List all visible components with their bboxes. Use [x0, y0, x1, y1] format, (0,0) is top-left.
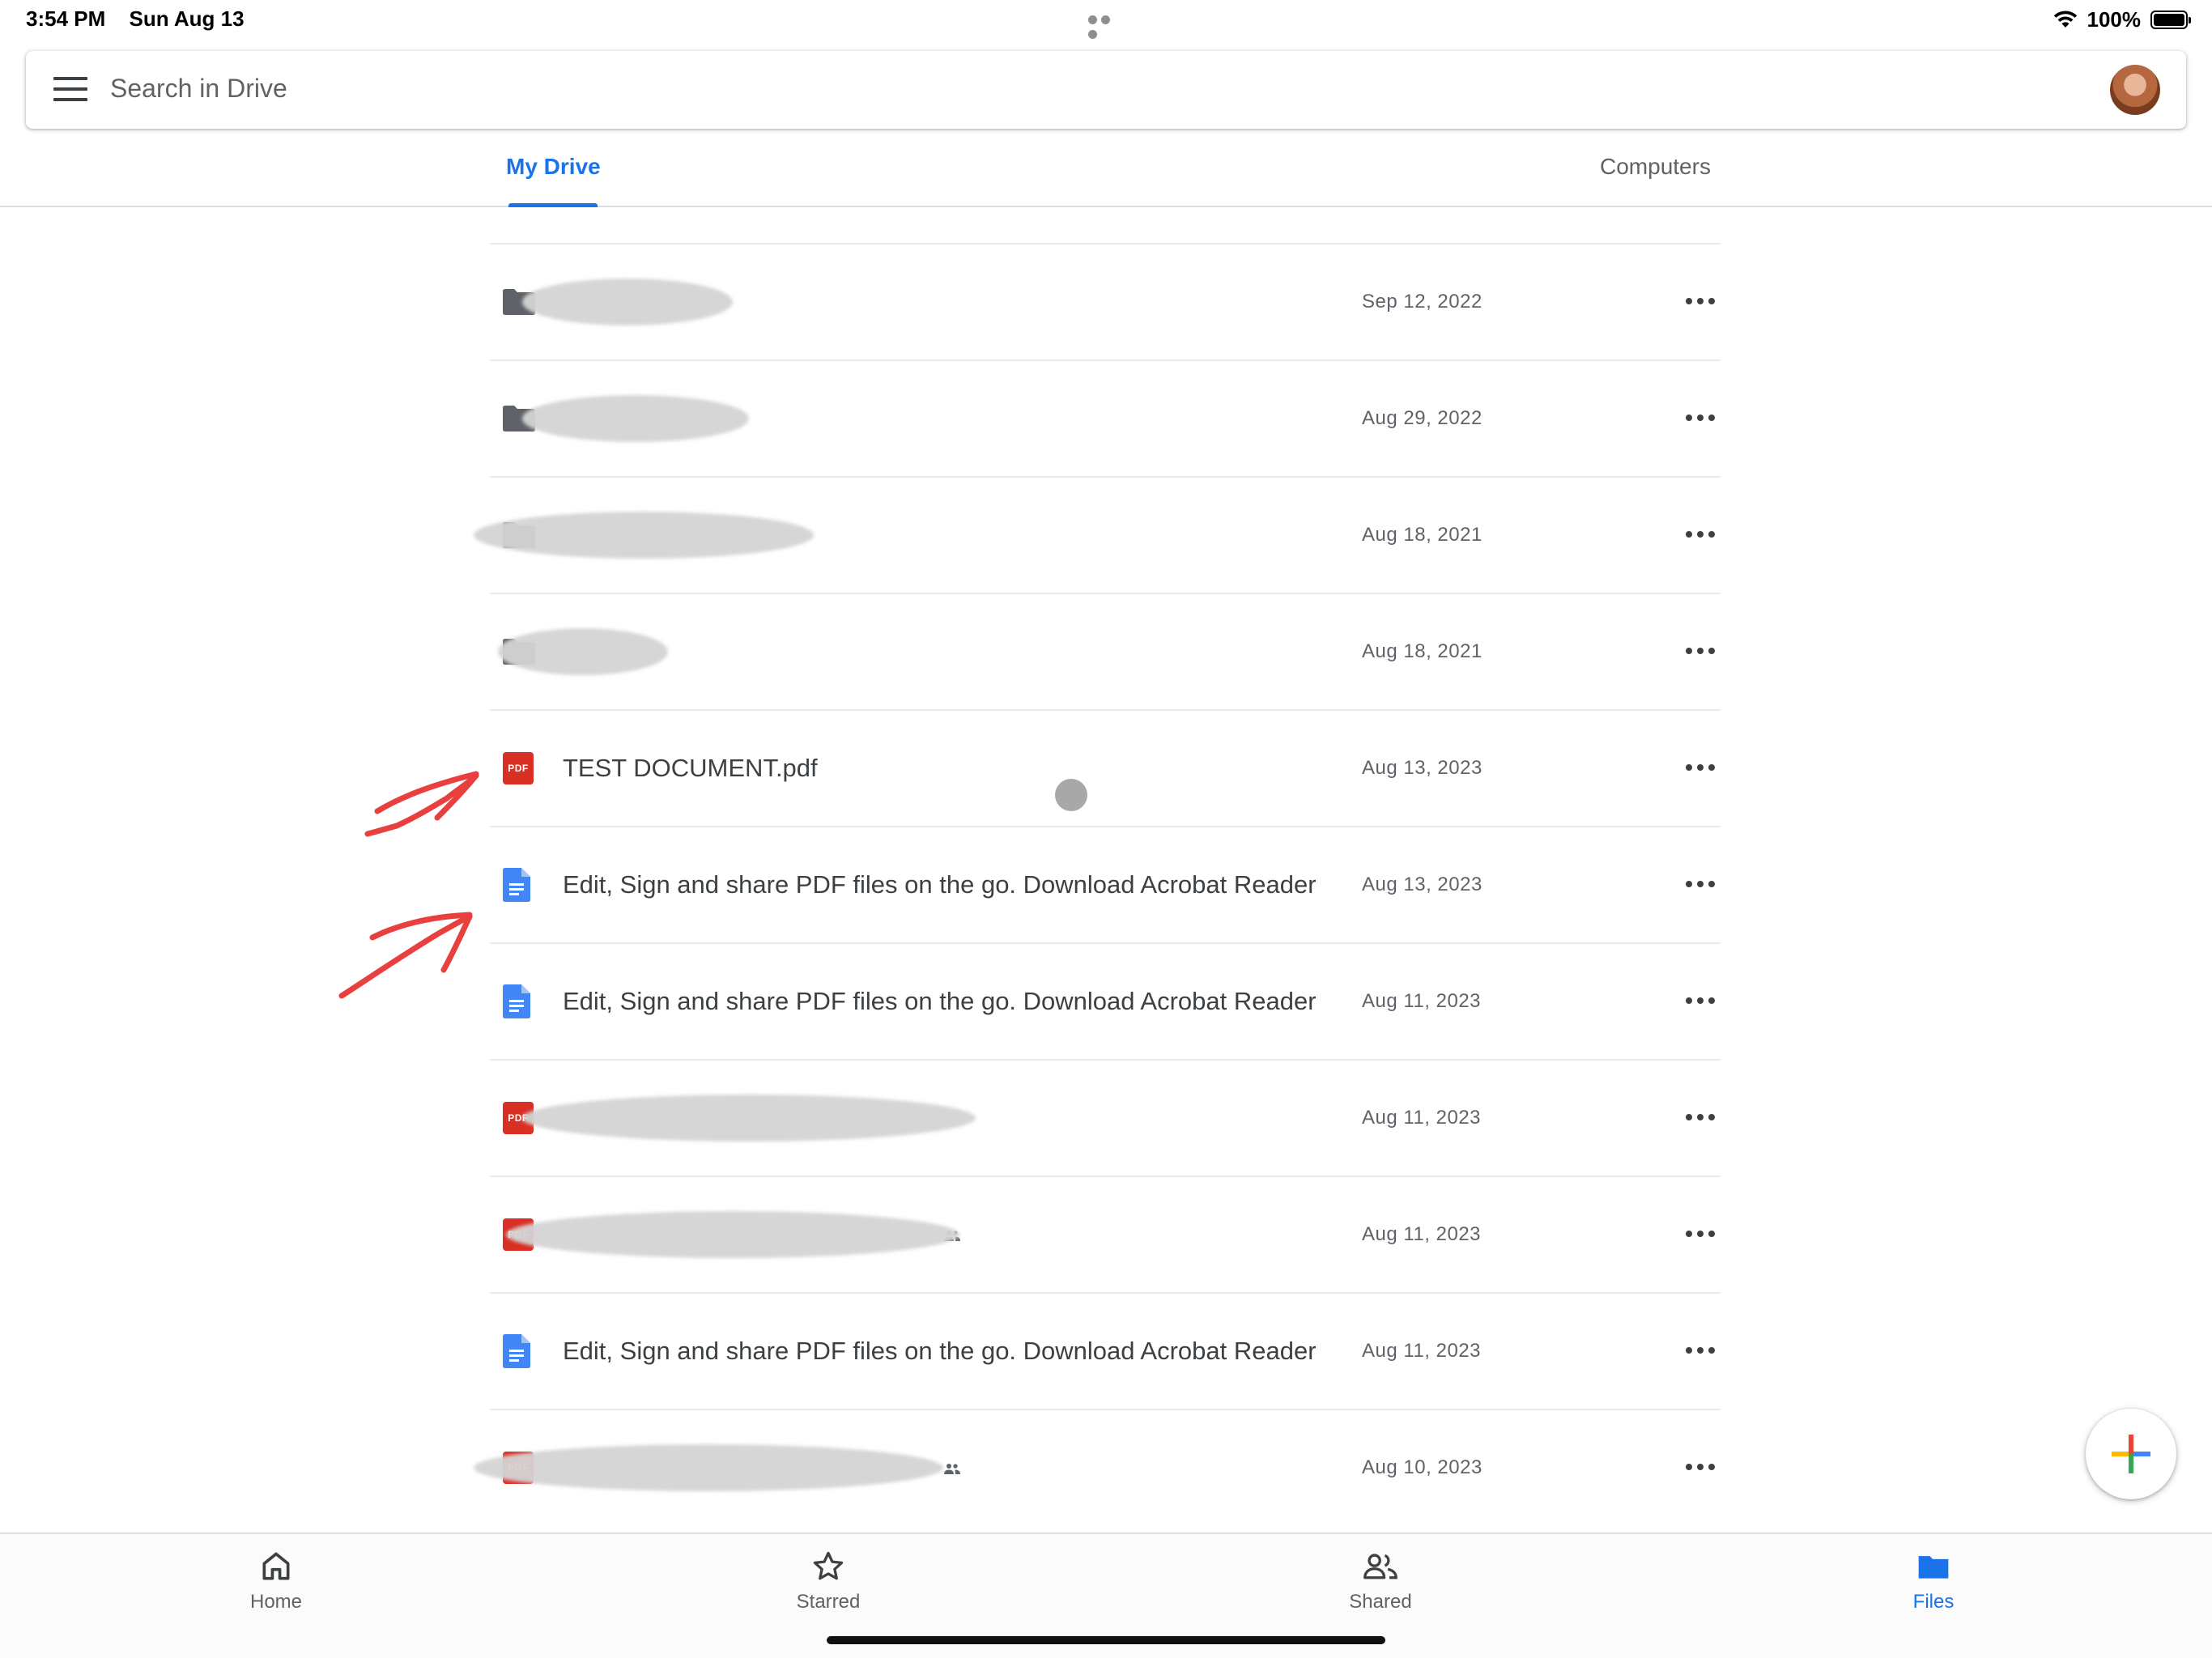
redaction-scribble	[474, 512, 814, 559]
search-bar[interactable]: Search in Drive	[26, 51, 2186, 129]
nav-shared-label: Shared	[1349, 1591, 1412, 1613]
file-modified-date: Aug 29, 2022	[1362, 407, 1482, 429]
file-name: Edit, Sign and share PDF files on the go…	[563, 870, 1317, 899]
more-options-icon[interactable]	[1686, 1464, 1715, 1472]
folder-icon	[1918, 1556, 1949, 1579]
more-options-icon[interactable]	[1686, 881, 1715, 889]
file-modified-date: Aug 10, 2023	[1362, 1456, 1482, 1478]
redaction-scribble	[522, 278, 733, 325]
file-modified-date: Aug 13, 2023	[1362, 757, 1482, 779]
more-options-icon[interactable]	[1686, 1347, 1715, 1355]
status-date: Sun Aug 13	[129, 6, 245, 31]
file-modified-date: Sep 12, 2022	[1362, 291, 1482, 312]
file-row[interactable]: Edit, Sign and share PDF files on the go…	[490, 826, 1721, 942]
new-file-button[interactable]	[2086, 1409, 2176, 1499]
nav-home-label: Home	[249, 1591, 303, 1613]
pdf-file-icon: PDF	[503, 752, 534, 784]
home-indicator[interactable]	[827, 1636, 1385, 1644]
more-options-icon[interactable]	[1686, 531, 1715, 539]
home-icon	[262, 1552, 290, 1580]
file-modified-date: Aug 11, 2023	[1362, 1223, 1482, 1245]
file-row[interactable]: PDF TEST DOCUMENT.pdf Aug 13, 2023	[490, 709, 1721, 826]
shared-people-icon	[943, 1462, 961, 1479]
nav-files-label: Files	[1912, 1591, 1955, 1613]
google-doc-icon	[503, 868, 530, 902]
star-icon	[813, 1551, 844, 1580]
file-modified-date: Aug 13, 2023	[1362, 874, 1482, 895]
file-name: Edit, Sign and share PDF files on the go…	[563, 987, 1317, 1015]
google-doc-icon	[503, 984, 530, 1018]
status-bar: 3:54 PM Sun Aug 13 100%	[0, 0, 2212, 39]
more-options-icon[interactable]	[1686, 648, 1715, 656]
file-list: Sep 12, 2022 Aug 29, 2022 Aug 18, 2021 Aug …	[474, 243, 1721, 1525]
file-row[interactable]: PDFAug 11, 2023	[490, 1175, 1721, 1292]
file-row[interactable]: Aug 18, 2021	[474, 476, 1721, 593]
status-time-date: 3:54 PM Sun Aug 13	[26, 6, 245, 32]
redaction-scribble	[498, 628, 668, 675]
status-indicators: 100%	[2053, 6, 2191, 32]
file-modified-date: Aug 18, 2021	[1362, 524, 1482, 546]
nav-starred[interactable]: Starred	[747, 1549, 909, 1613]
more-options-icon[interactable]	[1686, 1231, 1715, 1239]
file-name: Edit, Sign and share PDF files on the go…	[563, 1337, 1317, 1365]
nav-starred-label: Starred	[796, 1591, 861, 1613]
battery-icon	[2150, 10, 2191, 29]
search-input[interactable]: Search in Drive	[110, 74, 287, 104]
redaction-scribble	[522, 395, 749, 442]
plus-icon	[2112, 1435, 2150, 1473]
nav-files[interactable]: Files	[1853, 1549, 2014, 1613]
nav-shared[interactable]: Shared	[1300, 1549, 1461, 1613]
file-modified-date: Aug 11, 2023	[1362, 990, 1482, 1012]
avatar[interactable]	[2110, 65, 2160, 115]
redaction-scribble	[522, 1095, 976, 1141]
more-options-icon[interactable]	[1686, 764, 1715, 772]
drive-tabs: My Drive Computers	[0, 136, 2212, 207]
file-row[interactable]: Sep 12, 2022	[490, 243, 1721, 359]
shared-people-icon	[1363, 1554, 1397, 1579]
wifi-icon	[2053, 11, 2077, 28]
file-row[interactable]: PDFAug 11, 2023	[490, 1059, 1721, 1175]
file-row[interactable]: Edit, Sign and share PDF files on the go…	[490, 942, 1721, 1059]
file-name: TEST DOCUMENT.pdf	[563, 754, 818, 782]
active-tab-indicator	[508, 203, 598, 207]
file-row[interactable]: PDFAug 10, 2023	[474, 1409, 1721, 1525]
more-options-icon[interactable]	[1686, 1114, 1715, 1122]
annotation-arrow-icon	[338, 912, 473, 999]
battery-percentage: 100%	[2087, 6, 2142, 32]
hamburger-menu-icon[interactable]	[53, 77, 87, 103]
tab-computers[interactable]: Computers	[1600, 154, 1711, 180]
file-modified-date: Aug 11, 2023	[1362, 1340, 1482, 1362]
file-modified-date: Aug 18, 2021	[1362, 640, 1482, 662]
more-options-icon[interactable]	[1686, 997, 1715, 1005]
redaction-scribble	[474, 1444, 943, 1491]
multitasking-dots-icon[interactable]	[1088, 14, 1124, 39]
more-options-icon[interactable]	[1686, 414, 1715, 423]
touch-indicator	[1055, 779, 1087, 811]
status-time: 3:54 PM	[26, 6, 106, 31]
google-doc-icon	[503, 1334, 530, 1368]
nav-home[interactable]: Home	[195, 1549, 357, 1613]
file-row[interactable]: Edit, Sign and share PDF files on the go…	[490, 1292, 1721, 1409]
file-row[interactable]: Aug 29, 2022	[490, 359, 1721, 476]
annotation-arrow-icon	[364, 771, 479, 837]
more-options-icon[interactable]	[1686, 298, 1715, 306]
tab-my-drive[interactable]: My Drive	[506, 154, 601, 180]
redaction-scribble	[506, 1211, 959, 1258]
file-row[interactable]: Aug 18, 2021	[490, 593, 1721, 709]
file-modified-date: Aug 11, 2023	[1362, 1107, 1482, 1129]
